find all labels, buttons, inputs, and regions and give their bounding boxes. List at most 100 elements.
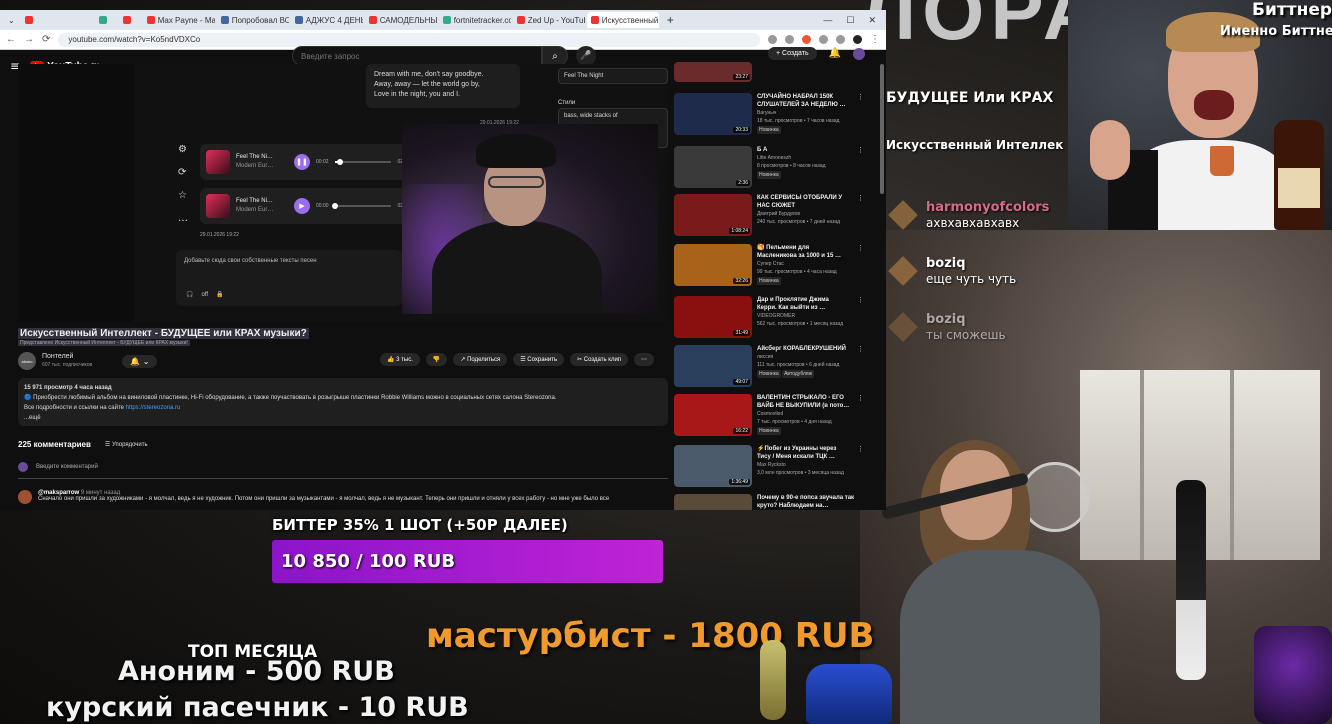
favicon-icon xyxy=(220,16,229,24)
share-button[interactable]: ↗ Поделиться xyxy=(453,353,508,366)
rec-menu-icon[interactable]: ⋮ xyxy=(857,296,864,342)
search-input[interactable] xyxy=(292,46,542,66)
reload-icon[interactable]: ⟳ xyxy=(42,34,50,45)
rec-item[interactable]: 2:36 Б А Litte Amoneszh 8 просмотров • 8 ч… xyxy=(674,146,864,192)
menu-kebab-icon[interactable]: ⋮ xyxy=(870,34,880,45)
rec-thumbnail[interactable]: 49:07 xyxy=(674,345,752,387)
rec-thumbnail[interactable]: 2:36 xyxy=(674,146,752,188)
show-more-link[interactable]: ...ещё xyxy=(24,413,662,423)
tab[interactable]: fortnitetracker.com xyxy=(439,12,511,28)
stream-scene: ЛОРА Биттнер! Именно Биттнер БУДУЩЕЕ Или… xyxy=(0,0,1332,724)
bell-icon[interactable]: 🔔 xyxy=(829,48,841,59)
search-icon[interactable]: ⌕ xyxy=(542,46,568,66)
rec-thumbnail[interactable]: 16:22 xyxy=(674,394,752,436)
tab[interactable]: САМОДЕЛЬНЫЙ Д… xyxy=(365,12,437,28)
tab[interactable] xyxy=(95,12,117,28)
extension-icon[interactable] xyxy=(802,35,811,44)
extension-icon[interactable] xyxy=(836,35,845,44)
favicon-icon xyxy=(368,16,377,24)
stream-title-line1: БУДУЩЕЕ Или КРАХ xyxy=(886,90,1054,106)
headphones-icon[interactable]: 🎧 xyxy=(186,291,193,298)
rec-item[interactable]: 23:27 xyxy=(674,62,864,82)
rec-menu-icon[interactable]: ⋮ xyxy=(857,445,864,491)
rec-item[interactable]: Почему в 90-е попса звучала так круто? Н… xyxy=(674,494,864,510)
rec-thumbnail[interactable]: 23:27 xyxy=(674,62,752,82)
track-progress[interactable] xyxy=(334,159,392,165)
tab[interactable]: Попробовал ВОО… xyxy=(217,12,289,28)
avatar[interactable] xyxy=(18,490,32,504)
rec-thumbnail[interactable] xyxy=(674,494,752,510)
clip-button[interactable]: ✂ Создать клип xyxy=(570,353,629,366)
extension-icon[interactable] xyxy=(768,35,777,44)
rec-item[interactable]: 31:49 Дар и Проклятие Джима Керри. Как в… xyxy=(674,296,864,342)
back-icon[interactable]: ← xyxy=(6,34,16,45)
channel-name[interactable]: Понтелей xyxy=(42,352,92,361)
rec-thumbnail[interactable]: 1:36:49 xyxy=(674,445,752,487)
scrollbar[interactable] xyxy=(880,64,884,194)
rec-item[interactable]: 20:33 СЛУЧАЙНО НАБРАЛ 150К СЛУШАТЕЛЕЙ ЗА… xyxy=(674,93,864,139)
tab[interactable] xyxy=(21,12,93,28)
more-icon[interactable]: … xyxy=(178,213,188,224)
chat-username: boziq xyxy=(926,312,966,327)
chat-text: ахвхавхавхавх xyxy=(926,216,1020,230)
microphone-icon[interactable]: 🎤 xyxy=(576,46,596,66)
profile-icon[interactable] xyxy=(853,35,862,44)
tab[interactable]: Max Payne - Main T xyxy=(143,12,215,28)
avatar[interactable] xyxy=(853,47,866,60)
pause-icon[interactable]: ❚❚ xyxy=(294,154,310,170)
rec-menu-icon[interactable]: ⋮ xyxy=(857,394,864,440)
sort-comments-button[interactable]: ☰ Упорядочить xyxy=(105,441,148,448)
new-tab-button[interactable]: + xyxy=(661,13,680,27)
steam-icon[interactable]: ⚙ xyxy=(178,144,188,155)
rec-thumbnail[interactable]: 32:26 xyxy=(674,244,752,286)
refresh-icon[interactable]: ⟳ xyxy=(178,167,188,178)
comments-count: 225 комментариев xyxy=(18,440,91,449)
subscribe-bell-button[interactable]: 🔔 ⌄ xyxy=(122,354,158,368)
rec-item[interactable]: 16:22 ВАЛЕНТИН СТРЫКАЛО - ЕГО ВАЙБ НЕ ВЫ… xyxy=(674,394,864,440)
dislike-button[interactable]: 👎 xyxy=(425,353,448,366)
like-button[interactable]: 👍 3 тыс. xyxy=(380,353,420,366)
favicon-icon xyxy=(294,16,303,24)
tab-active[interactable]: Искусственный Интел… xyxy=(586,12,659,28)
add-comment-row[interactable]: Введите комментарий xyxy=(18,462,668,479)
play-icon[interactable]: ▶ xyxy=(294,198,310,214)
rec-menu-icon[interactable]: ⋮ xyxy=(857,93,864,139)
more-actions-button[interactable]: ⋯ xyxy=(634,353,655,366)
tab[interactable]: Zed Up - YouTube xyxy=(513,12,585,28)
minimize-icon[interactable]: — xyxy=(823,15,832,26)
track-row[interactable]: Feel The Ni…Modern Eur… ❚❚ 00:02 02:57 xyxy=(200,144,416,180)
rec-item[interactable]: 1:36:49 ⚡Побег из Украины через Тису / М… xyxy=(674,445,864,491)
url-input[interactable]: youtube.com/watch?v=Ko5ndVDXCo xyxy=(58,32,760,47)
rec-thumbnail[interactable]: 1:08:24 xyxy=(674,194,752,236)
lock-icon[interactable]: 🔒 xyxy=(216,291,223,298)
rec-item[interactable]: 49:07 Айсберг КОРАБЛЕКРУШЕНИЙ лиссия 111 т… xyxy=(674,345,864,391)
track-progress[interactable] xyxy=(331,203,392,209)
rec-menu-icon[interactable]: ⋮ xyxy=(857,244,864,290)
rec-menu-icon[interactable]: ⋮ xyxy=(857,345,864,391)
rec-item[interactable]: 32:26 🥞 Пельмени для Масленикова за 1000… xyxy=(674,244,864,290)
rec-thumbnail[interactable]: 20:33 xyxy=(674,93,752,135)
rec-menu-icon[interactable]: ⋮ xyxy=(857,146,864,192)
rec-menu-icon[interactable]: ⋮ xyxy=(857,194,864,240)
extension-icon[interactable] xyxy=(785,35,794,44)
close-icon[interactable]: ✕ xyxy=(868,15,876,26)
meme-caption-2: Именно Биттнер xyxy=(1220,24,1332,39)
header-actions: + Создать 🔔 xyxy=(768,47,866,60)
maximize-icon[interactable]: ☐ xyxy=(846,15,854,26)
tab[interactable]: АДЖУС 4 ДЕНЬ 7 2… xyxy=(291,12,363,28)
channel-avatar[interactable]: ainmo xyxy=(18,352,36,370)
forward-icon[interactable]: → xyxy=(24,34,34,45)
lyrics-input-panel[interactable]: Добавьте сюда свои собственные тексты пе… xyxy=(176,250,402,306)
description-link[interactable]: https://stereozona.ru xyxy=(126,405,181,411)
save-button[interactable]: ☰ Сохранить xyxy=(513,353,565,366)
rec-item[interactable]: 1:08:24 КАК СЕРВИСЫ ОТОБРАЛИ У НАС СЮЖЕТ… xyxy=(674,194,864,240)
rec-thumbnail[interactable]: 31:49 xyxy=(674,296,752,338)
comment-input[interactable]: Введите комментарий xyxy=(36,464,98,470)
tab-search-icon[interactable]: ⌄ xyxy=(4,16,19,25)
video-description[interactable]: 15 971 просмотр 4 часа назад 🔵 Приобрест… xyxy=(18,378,668,426)
create-button[interactable]: + Создать xyxy=(768,47,817,60)
extension-icon[interactable] xyxy=(819,35,828,44)
tab[interactable] xyxy=(119,12,141,28)
track-row[interactable]: Feel The Ni…Modern Eur… ▶ 00:00 02:43 xyxy=(200,188,416,224)
star-icon[interactable]: ☆ xyxy=(178,190,188,201)
